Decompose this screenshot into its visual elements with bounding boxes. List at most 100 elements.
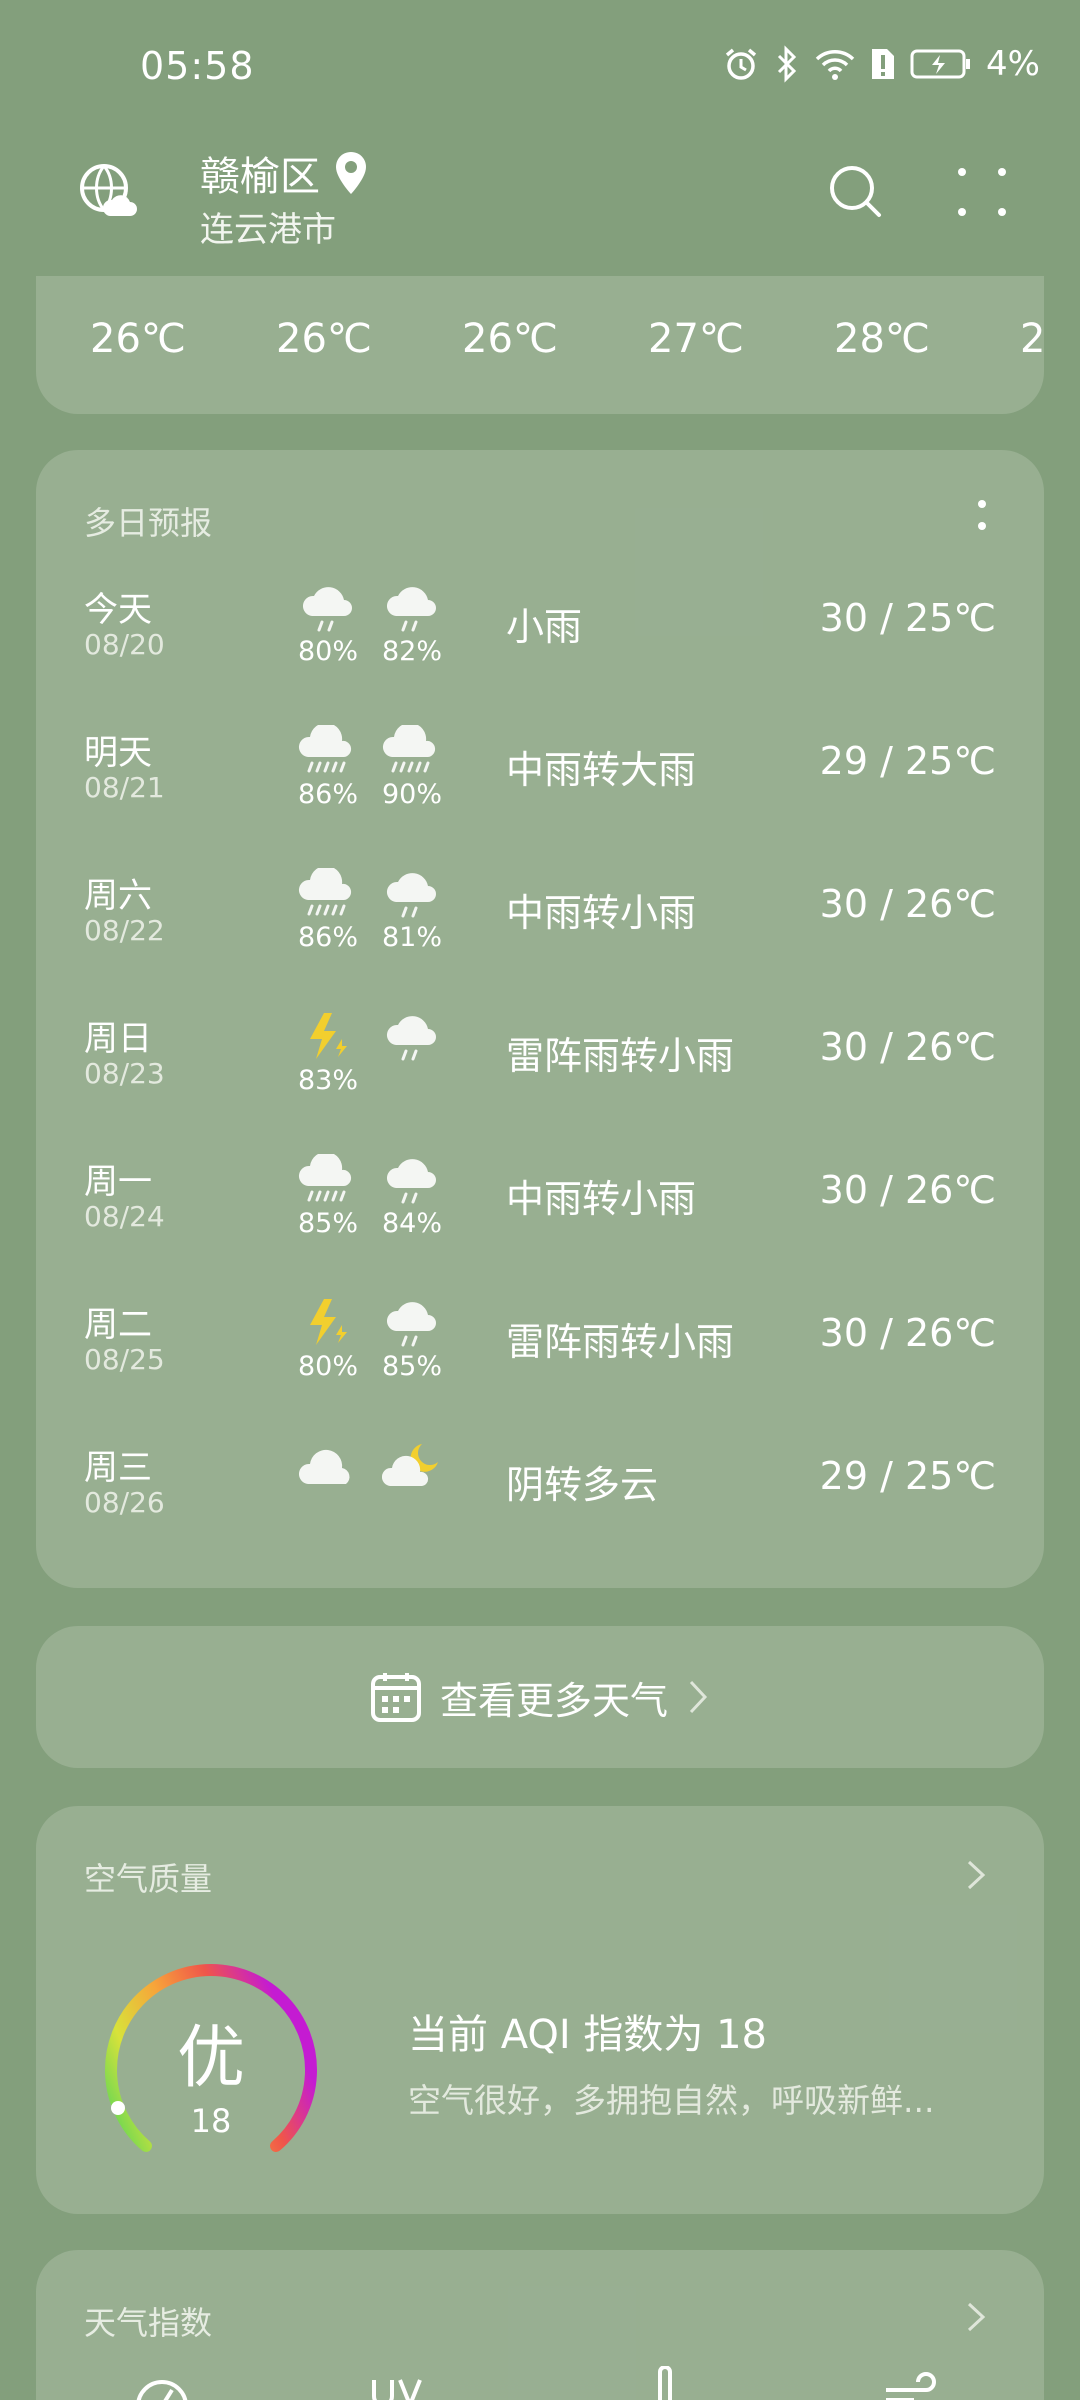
alarm-icon: [722, 45, 760, 83]
forecast-date: 08/23: [84, 1057, 165, 1090]
forecast-temp-range: 30 / 26℃: [819, 1311, 996, 1355]
precip-day: 80%: [297, 636, 358, 667]
city-manage-button[interactable]: [76, 160, 140, 224]
thunder-icon: [298, 1011, 358, 1065]
aqi-level: 优: [176, 2019, 245, 2098]
forecast-day: 周三: [84, 1448, 152, 1488]
forecast-day: 明天: [84, 733, 152, 773]
forecast-day: 周六: [84, 876, 152, 916]
globe-cloud-icon: [80, 164, 137, 216]
aqi-value: 18: [190, 2102, 232, 2140]
hourly-temp: 26℃: [90, 316, 186, 362]
moon-cloud-icon: [381, 1440, 442, 1494]
forecast-day: 周一: [84, 1162, 152, 1202]
forecast-condition: 小雨: [506, 605, 583, 649]
status-time: 05:58: [140, 44, 255, 88]
rain-cloud-icon: [298, 582, 358, 636]
weather-index-card[interactable]: 天气指数: [36, 2250, 1044, 2400]
chevron-right-icon: [967, 1860, 986, 1890]
weather-index-chevron: [964, 2300, 988, 2334]
forecast-date: 08/20: [84, 628, 165, 661]
search-button[interactable]: [824, 160, 888, 224]
location-title[interactable]: 赣榆区: [200, 144, 368, 202]
forecast-row[interactable]: 今天 08/20 80% 82% 小雨 30 / 25℃: [36, 582, 1044, 725]
forecast-temp-range: 29 / 25℃: [819, 739, 996, 783]
location-pin-icon: [336, 152, 366, 194]
weather-index-title: 天气指数: [84, 2304, 213, 2342]
aqi-chevron: [964, 1858, 988, 1892]
city-name: 连云港市: [200, 210, 336, 250]
grid-dots-icon: [958, 168, 1006, 216]
forecast-condition: 雷阵雨转小雨: [506, 1320, 735, 1364]
forecast-row[interactable]: 周六 08/22 86% 81% 中雨转小雨 30 / 26℃: [36, 865, 1044, 1011]
precip-day: 86%: [297, 922, 358, 953]
forecast-temp-range: 30 / 26℃: [819, 882, 996, 926]
rain-cloud-icon: [382, 1154, 442, 1208]
battery-percent: 4%: [986, 44, 1040, 84]
forecast-row[interactable]: 周三 08/26 阴转多云 29 / 25℃: [36, 1440, 1044, 1583]
precip-day: 80%: [297, 1351, 358, 1382]
more-menu-button[interactable]: [950, 160, 1014, 224]
hourly-temp: 26℃: [276, 316, 372, 362]
hourly-temp: 28℃: [834, 316, 930, 362]
heavy-rain-cloud-icon: [298, 722, 358, 779]
forecast-temp-range: 30 / 26℃: [819, 1025, 996, 1069]
hourly-temp: 27℃: [648, 316, 744, 362]
bluetooth-icon: [774, 45, 800, 83]
aqi-detail: 空气很好，多拥抱自然，呼吸新鲜...: [408, 2081, 935, 2120]
forecast-condition: 中雨转小雨: [506, 891, 697, 935]
forecast-condition: 阴转多云: [506, 1463, 659, 1507]
forecast-date: 08/21: [84, 771, 165, 804]
heavy-rain-cloud-icon: [382, 722, 442, 779]
cloud-icon: [298, 1440, 358, 1494]
forecast-date: 08/26: [84, 1486, 165, 1519]
forecast-row[interactable]: 周一 08/24 85% 84% 中雨转小雨 30 / 26℃: [36, 1151, 1044, 1297]
heavy-rain-cloud-icon: [298, 1151, 358, 1208]
precip-night: 90%: [381, 779, 442, 810]
chevron-right-icon: [689, 1680, 708, 1714]
hourly-forecast-card[interactable]: 26℃ 26℃ 26℃ 27℃ 28℃ 2: [36, 276, 1044, 414]
search-icon: [830, 166, 881, 217]
forecast-row[interactable]: 明天 08/21 86% 90% 中雨转大雨 29 / 25℃: [36, 722, 1044, 868]
precip-night: 85%: [381, 1351, 442, 1382]
wifi-icon: [814, 45, 856, 83]
kebab-icon: [978, 500, 986, 530]
uv-icon: [372, 2379, 422, 2400]
status-bar: 05:58 4%: [0, 0, 1080, 130]
calendar-icon: [370, 1673, 421, 1722]
rain-cloud-icon: [382, 1297, 442, 1351]
forecast-row[interactable]: 周二 08/25 80% 85% 雷阵雨转小雨 30 / 26℃: [36, 1297, 1044, 1440]
forecast-date: 08/24: [84, 1200, 165, 1233]
thermometer-icon: [658, 2366, 672, 2400]
forecast-more-button[interactable]: [976, 494, 988, 538]
forecast-row[interactable]: 周日 08/23 83% 雷阵雨转小雨 30 / 26℃: [36, 1011, 1044, 1154]
aqi-title: 空气质量: [84, 1860, 213, 1898]
forecast-date: 08/22: [84, 914, 165, 947]
hourly-temp: 2: [1020, 316, 1044, 362]
sim-alert-icon: [870, 45, 896, 83]
forecast-temp-range: 29 / 25℃: [819, 1454, 996, 1498]
hourly-temp: 26℃: [462, 316, 558, 362]
multi-day-forecast-card: 多日预报 今天 08/20 80% 82% 小雨 30 / 25℃ 明天 08/21 86% 90…: [36, 450, 1044, 1588]
header: 赣榆区 连云港市: [0, 130, 1080, 270]
forecast-date: 08/25: [84, 1343, 165, 1376]
forecast-temp-range: 30 / 25℃: [819, 596, 996, 640]
wind-icon: [886, 2372, 936, 2400]
precip-night: 81%: [381, 922, 442, 953]
precip-day: 83%: [297, 1065, 358, 1096]
forecast-condition: 中雨转大雨: [506, 748, 697, 792]
forecast-title: 多日预报: [84, 504, 213, 542]
more-weather-button[interactable]: 查看更多天气: [36, 1626, 1044, 1768]
forecast-temp-range: 30 / 26℃: [819, 1168, 996, 1212]
precip-night: 84%: [381, 1208, 442, 1239]
more-weather-label: 查看更多天气: [439, 1678, 668, 1723]
rain-cloud-icon: [382, 1011, 442, 1065]
precip-night: 82%: [381, 636, 442, 667]
air-quality-card[interactable]: 空气质量 优 18 当前 AQI 指数为 18 空气很好，多拥抱自然，呼吸新鲜.…: [36, 1806, 1044, 2214]
status-icons: 4%: [722, 44, 1040, 84]
forecast-condition: 中雨转小雨: [506, 1177, 697, 1221]
precip-day: 85%: [297, 1208, 358, 1239]
thunder-icon: [298, 1297, 358, 1351]
aqi-headline: 当前 AQI 指数为 18: [408, 2012, 767, 2058]
rain-cloud-icon: [382, 582, 442, 636]
